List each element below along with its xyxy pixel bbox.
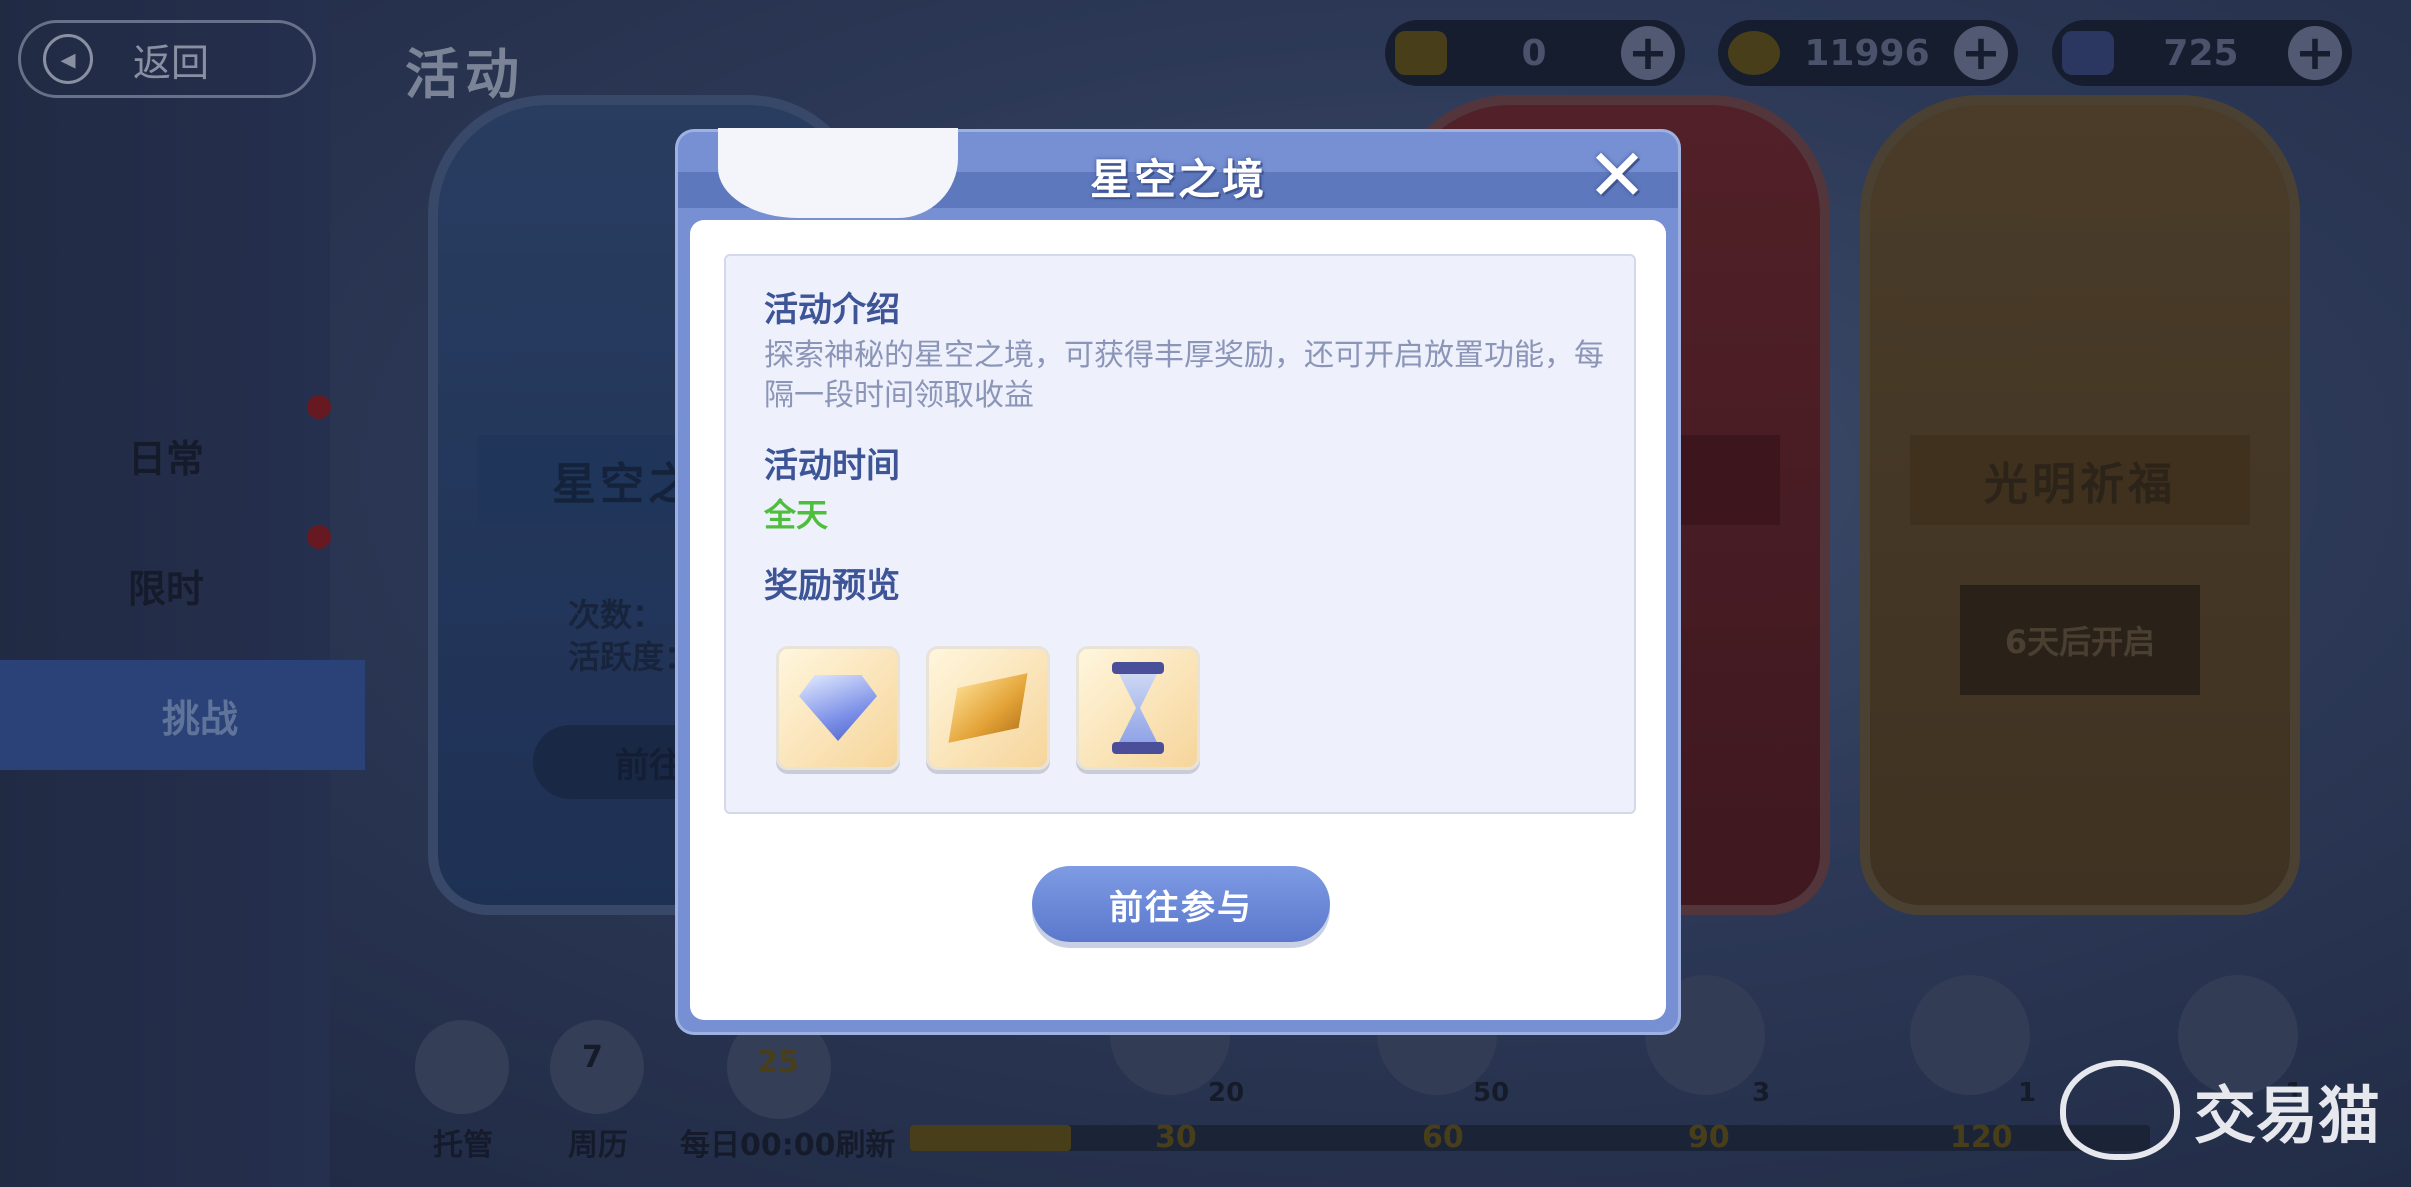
- time-value: 全天: [764, 496, 829, 534]
- watermark: 交易猫: [2060, 1060, 2380, 1160]
- watermark-text: 交易猫: [2194, 1079, 2381, 1152]
- intro-heading: 活动介绍: [764, 290, 900, 330]
- modal-title: 星空之境: [1089, 155, 1266, 204]
- modal-body: 活动介绍 探索神秘的星空之境，可获得丰厚奖励，还可开启放置功能，每隔一段时间领取…: [690, 220, 1666, 1020]
- intro-text: 探索神秘的星空之境，可获得丰厚奖励，还可开启放置功能，每隔一段时间领取收益: [764, 338, 1604, 413]
- time-heading: 活动时间: [764, 446, 900, 486]
- activity-detail-modal: 星空之境 ✕ 活动介绍 探索神秘的星空之境，可获得丰厚奖励，还可开启放置功能，每…: [678, 128, 1678, 1032]
- close-icon[interactable]: ✕: [1584, 139, 1650, 211]
- activity-info-panel: 活动介绍 探索神秘的星空之境，可获得丰厚奖励，还可开启放置功能，每隔一段时间领取…: [724, 254, 1636, 814]
- reward-item-diamond[interactable]: [776, 646, 900, 770]
- reward-item-gold-bar[interactable]: [926, 646, 1050, 770]
- reward-heading: 奖励预览: [764, 566, 900, 606]
- cat-logo-icon: [2060, 1060, 2180, 1160]
- go-participate-button[interactable]: 前往参与: [1032, 866, 1330, 942]
- gold-bar-icon: [938, 673, 1039, 743]
- reward-item-hourglass[interactable]: [1076, 646, 1200, 770]
- diamond-icon: [799, 675, 877, 741]
- hourglass-icon: [1112, 662, 1164, 754]
